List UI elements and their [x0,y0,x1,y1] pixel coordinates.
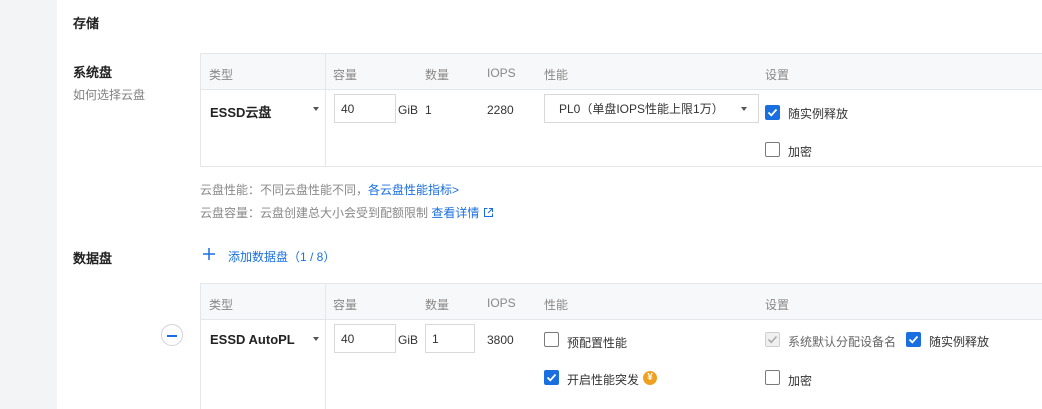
th-count: 数量 [425,68,450,82]
th-type: 类型 [209,68,234,82]
yen-icon: ¥ [643,371,657,385]
check-icon [767,335,778,344]
plus-icon [203,248,215,260]
preconfig-performance-checkbox[interactable] [544,332,559,347]
system-disk-type-value: ESSD云盘 [210,105,272,120]
th-capacity: 容量 [333,68,358,82]
add-data-disk-label: 添加数据盘（1 / 8） [228,250,336,264]
system-disk-release-label: 随实例释放 [788,107,849,121]
external-link-icon[interactable] [483,207,494,218]
performance-burst-checkbox[interactable] [544,370,559,385]
default-device-name-checkbox[interactable] [765,332,780,347]
data-disk-release-label: 随实例释放 [929,335,990,349]
column-divider [325,54,326,166]
th-count: 数量 [425,298,450,312]
preconfig-performance-label: 预配置性能 [567,336,628,350]
system-disk-performance-value: PL0（单盘IOPS性能上限1万） [559,102,724,116]
data-disk-encrypt-checkbox[interactable] [765,370,780,385]
system-disk-release-checkbox[interactable] [765,105,780,120]
column-divider [325,284,326,409]
system-disk-capacity-input[interactable]: 40 [334,94,396,123]
chevron-down-icon [741,107,747,111]
data-disk-title: 数据盘 [73,251,113,266]
disk-performance-note: 云盘性能：不同云盘性能不同，各云盘性能指标> [200,181,459,198]
check-icon [546,373,557,382]
th-settings: 设置 [765,68,790,82]
data-disk-release-checkbox[interactable] [906,332,921,347]
data-disk-iops: 3800 [487,333,514,347]
data-disk-type-value: ESSD AutoPL [210,332,295,347]
disk-capacity-note-text: 云盘容量：云盘创建总大小会受到配额限制 [200,206,432,220]
system-disk-count: 1 [425,103,432,117]
storage-section-title: 存储 [73,16,100,31]
system-disk-table-header: 类型 容量 数量 IOPS 性能 设置 [201,54,1042,90]
left-sidebar-strip [0,0,57,409]
data-disk-encrypt-label: 加密 [788,374,813,388]
system-disk-performance-select[interactable]: PL0（单盘IOPS性能上限1万） [544,94,759,123]
th-performance: 性能 [544,68,569,82]
data-disk-capacity-input[interactable]: 40 [334,324,396,353]
default-device-name-label: 系统默认分配设备名 [788,335,897,349]
data-disk-table-header: 类型 容量 数量 IOPS 性能 设置 [201,284,1042,320]
check-icon [908,335,919,344]
system-disk-encrypt-checkbox[interactable] [765,142,780,157]
system-disk-unit: GiB [398,103,419,117]
remove-data-disk-button[interactable] [161,324,183,346]
th-iops: IOPS [487,296,516,310]
data-disk-count-input[interactable]: 1 [425,324,475,353]
system-disk-iops: 2280 [487,103,514,117]
disk-performance-link[interactable]: 各云盘性能指标> [368,183,459,197]
th-iops: IOPS [487,66,516,80]
view-details-link[interactable]: 查看详情 [431,206,479,220]
check-icon [767,108,778,117]
how-to-choose-disk-link[interactable]: 如何选择云盘 [73,86,145,103]
data-disk-unit: GiB [398,333,419,347]
th-type: 类型 [209,298,234,312]
system-disk-table: 类型 容量 数量 IOPS 性能 设置 ESSD云盘 40 GiB 1 2280… [200,53,1042,167]
chevron-down-icon [313,107,319,111]
system-disk-title: 系统盘 [73,65,113,80]
system-disk-encrypt-label: 加密 [788,145,813,159]
disk-performance-note-text: 云盘性能：不同云盘性能不同， [200,183,369,197]
chevron-down-icon [313,337,319,341]
data-disk-table: 类型 容量 数量 IOPS 性能 设置 ESSD AutoPL 40 GiB 1… [200,283,1042,409]
th-capacity: 容量 [333,298,358,312]
th-performance: 性能 [544,298,569,312]
th-settings: 设置 [765,298,790,312]
disk-capacity-note: 云盘容量：云盘创建总大小会受到配额限制 查看详情 [200,204,494,221]
performance-burst-label: 开启性能突发 [567,373,640,387]
